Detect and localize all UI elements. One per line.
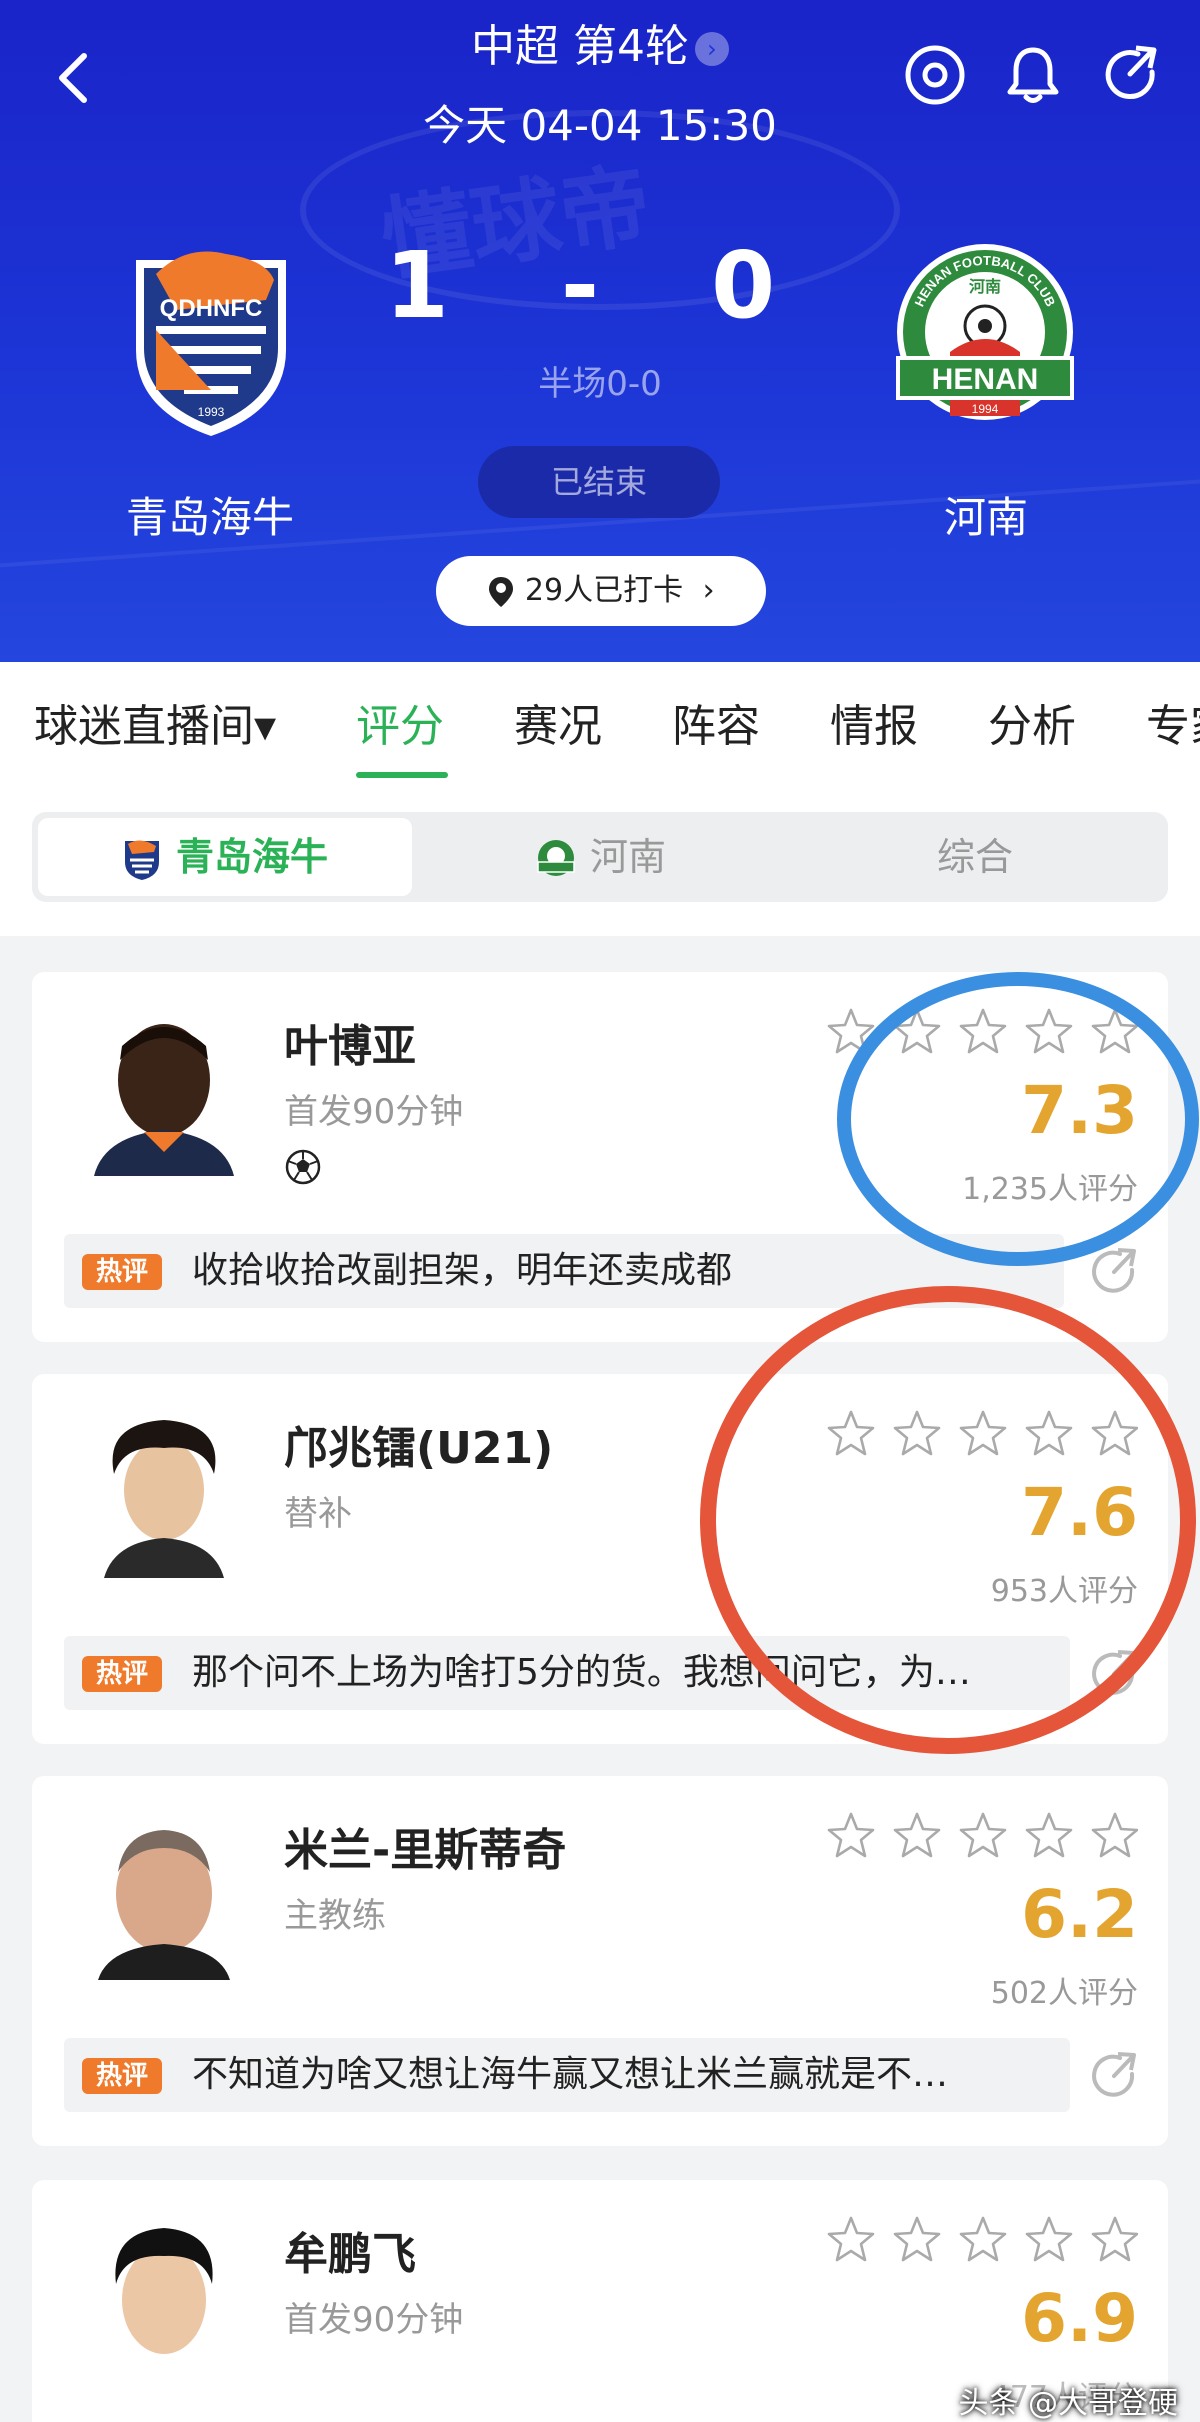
- home-score: 1: [384, 232, 489, 339]
- target-icon[interactable]: [902, 42, 968, 108]
- player-score: 7.6: [1021, 1474, 1138, 1551]
- tab-active-indicator: [356, 772, 448, 778]
- segmented-control: 青岛海牛 河南 综合: [32, 812, 1168, 902]
- star-outline-icon: [827, 2216, 1139, 2262]
- away-team-mini-logo: [537, 839, 575, 876]
- score-separator: -: [560, 232, 640, 339]
- player-rating-card[interactable]: 米兰-里斯蒂奇 主教练 6.2 502人评分 热评 不知道为啥又想让海牛赢又想让…: [32, 1776, 1168, 2146]
- player-rating-card[interactable]: 叶博亚 首发90分钟 7.3 1,235人评分 热评 收拾收拾改副担架，明年还卖…: [32, 972, 1168, 1342]
- team-selector: 青岛海牛 河南 综合: [0, 780, 1200, 936]
- hot-comment-text: 那个问不上场为啥打5分的货。我想问问它，为…: [192, 1652, 971, 1693]
- source-watermark: 头条 @大哥登硬: [958, 2386, 1178, 2421]
- checkin-label: 29人已打卡: [524, 573, 684, 608]
- location-pin-icon: [489, 576, 514, 607]
- away-score: 0: [711, 232, 816, 339]
- star-outline-icon: [827, 1410, 1139, 1456]
- player-photo: [84, 2210, 244, 2384]
- player-score: 7.3: [1021, 1072, 1138, 1149]
- rating-stars[interactable]: [826, 1810, 1139, 1864]
- segment-home-label: 青岛海牛: [175, 835, 328, 879]
- segment-away[interactable]: 河南: [414, 818, 788, 896]
- hot-badge: 热评: [82, 1656, 162, 1692]
- half-time-score: 半场0-0: [538, 364, 662, 404]
- hot-comment[interactable]: 热评 收拾收拾改副担架，明年还卖成都: [64, 1234, 1064, 1308]
- home-logo-year: 1993: [198, 405, 225, 419]
- segment-overall[interactable]: 综合: [788, 818, 1162, 896]
- rating-stars[interactable]: [826, 1408, 1139, 1462]
- player-role: 首发90分钟: [284, 2300, 464, 2340]
- player-role: 主教练: [284, 1896, 386, 1936]
- player-name: 叶博亚: [284, 1021, 416, 1072]
- tab-match-events[interactable]: 赛况: [514, 690, 602, 754]
- chevron-right-icon: ›: [694, 32, 729, 66]
- player-photo: [84, 1002, 244, 1176]
- away-team-name[interactable]: 河南: [836, 484, 1136, 545]
- segment-away-label: 河南: [589, 835, 666, 879]
- home-team-mini-logo: [124, 839, 159, 880]
- player-score: 6.9: [1021, 2280, 1138, 2357]
- tab-analysis[interactable]: 分析: [988, 690, 1076, 754]
- player-score: 6.2: [1021, 1876, 1138, 1953]
- player-name: 牟鹏飞: [284, 2229, 416, 2280]
- match-score: 1 - 0: [0, 232, 1200, 339]
- rater-count: 953人评分: [990, 1574, 1138, 1609]
- match-status-badge: 已结束: [478, 446, 720, 518]
- tab-expert[interactable]: 专家: [1146, 690, 1200, 754]
- segment-home[interactable]: 青岛海牛: [38, 818, 412, 896]
- player-name: 邝兆镭(U21): [284, 1423, 554, 1474]
- star-outline-icon: [827, 1812, 1139, 1858]
- home-team-name[interactable]: 青岛海牛: [60, 484, 360, 545]
- checkin-button[interactable]: 29人已打卡 ›: [436, 556, 766, 626]
- rating-stars[interactable]: [826, 2214, 1139, 2268]
- rater-count: 1,235人评分: [962, 1172, 1138, 1207]
- share-icon[interactable]: [1086, 1244, 1142, 1300]
- hot-badge: 热评: [82, 1254, 162, 1290]
- hot-comment-text: 收拾收拾改副担架，明年还卖成都: [192, 1250, 733, 1291]
- player-photo: [84, 1404, 244, 1578]
- hot-badge: 热评: [82, 2058, 162, 2094]
- bell-icon[interactable]: [1000, 42, 1066, 108]
- share-icon[interactable]: [1098, 42, 1164, 108]
- hot-comment-text: 不知道为啥又想让海牛赢又想让米兰赢就是不…: [192, 2054, 949, 2095]
- player-role: 首发90分钟: [284, 1092, 464, 1132]
- tab-intel[interactable]: 情报: [830, 690, 918, 754]
- player-name: 米兰-里斯蒂奇: [284, 1825, 567, 1876]
- hot-comment[interactable]: 热评 不知道为啥又想让海牛赢又想让米兰赢就是不…: [64, 2038, 1070, 2112]
- match-header: 懂球帝 中超 第4轮 › 今天 04-04 15:30 QDHNFC 1993 青…: [0, 0, 1200, 662]
- tab-fan-live[interactable]: 球迷直播间▾: [34, 690, 276, 754]
- share-icon[interactable]: [1086, 1646, 1142, 1702]
- star-outline-icon: [827, 1008, 1139, 1054]
- tab-bar: 球迷直播间▾ 评分 赛况 阵容 情报 分析 专家: [0, 662, 1200, 780]
- match-title-text: 中超 第4轮: [471, 21, 689, 72]
- tab-ratings[interactable]: 评分: [356, 690, 444, 754]
- player-rating-card[interactable]: 邝兆镭(U21) 替补 7.6 953人评分 热评 那个问不上场为啥打5分的货。…: [32, 1374, 1168, 1744]
- rating-stars[interactable]: [826, 1006, 1139, 1060]
- soccer-ball-icon: [285, 1149, 321, 1185]
- share-icon[interactable]: [1086, 2048, 1142, 2104]
- player-role: 替补: [284, 1494, 352, 1534]
- chevron-right-icon: ›: [702, 573, 715, 608]
- player-photo: [84, 1806, 244, 1980]
- tab-lineup[interactable]: 阵容: [672, 690, 760, 754]
- hot-comment[interactable]: 热评 那个问不上场为啥打5分的货。我想问问它，为…: [64, 1636, 1070, 1710]
- rater-count: 502人评分: [990, 1976, 1138, 2011]
